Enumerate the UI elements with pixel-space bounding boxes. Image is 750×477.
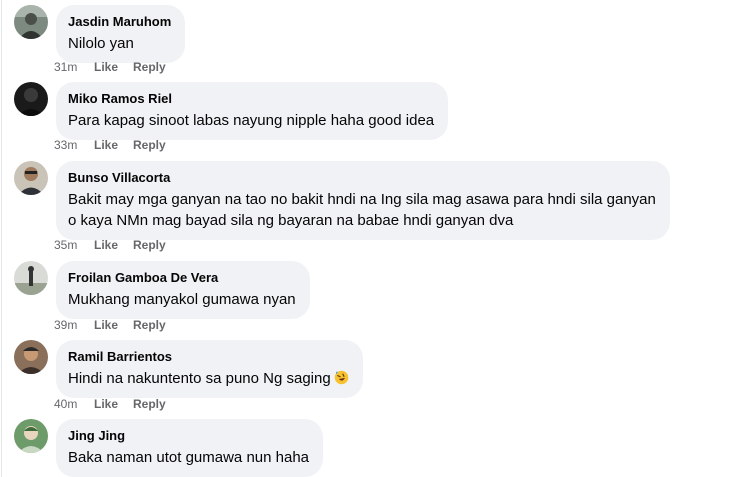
comment-author[interactable]: Jing Jing [68,427,309,444]
like-button[interactable]: Like [94,397,133,411]
comment-text: Hindi na nakuntento sa puno Ng saging [68,368,349,389]
comment-time[interactable]: 33m [54,138,94,152]
rolling-on-floor-laughing-emoji [334,370,348,385]
comment-actions: 39m Like Reply [54,318,166,332]
comment-time[interactable]: 31m [54,60,94,74]
comment-bubble: Bunso Villacorta Bakit may mga ganyan na… [56,161,670,240]
comment-actions: 35m Like Reply [54,238,166,252]
avatar[interactable] [14,5,48,39]
avatar[interactable] [14,419,48,453]
comment-actions: 33m Like Reply [54,138,166,152]
comment-text: Para kapag sinoot labas nayung nipple ha… [68,112,435,129]
comment-bubble: Froilan Gamboa De Vera Mukhang manyakol … [56,261,310,319]
comment-bubble: Miko Ramos Riel Para kapag sinoot labas … [56,82,449,140]
avatar[interactable] [14,340,48,374]
comment-text-content: Hindi na nakuntento sa puno Ng saging [68,370,331,387]
like-button[interactable]: Like [94,60,133,74]
comment-text: Nilolo yan [68,35,134,52]
comment-bubble: Jing Jing Baka naman utot gumawa nun hah… [56,419,324,477]
comment-author[interactable]: Jasdin Maruhom [68,13,171,30]
avatar[interactable] [14,161,48,195]
avatar[interactable] [14,261,48,295]
like-button[interactable]: Like [94,138,133,152]
reply-button[interactable]: Reply [133,397,166,411]
comment-text: Bakit may mga ganyan na tao no bakit hnd… [68,191,656,208]
comment-time[interactable]: 39m [54,318,94,332]
comment-time[interactable]: 40m [54,397,94,411]
reply-button[interactable]: Reply [133,238,166,252]
comment-actions: 31m Like Reply [54,60,166,74]
comment-time[interactable]: 35m [54,238,94,252]
comment-author[interactable]: Ramil Barrientos [68,348,349,365]
comment-actions: 40m Like Reply [54,397,166,411]
comment-author[interactable]: Miko Ramos Riel [68,90,434,107]
comment-text: o kaya NMn mag bayad sila ng bayaran na … [68,212,514,229]
avatar[interactable] [14,82,48,116]
comment-text: Baka naman utot gumawa nun haha [68,449,310,466]
reply-button[interactable]: Reply [133,138,166,152]
like-button[interactable]: Like [94,318,133,332]
reply-button[interactable]: Reply [133,318,166,332]
like-button[interactable]: Like [94,238,133,252]
comment-bubble: Jasdin Maruhom Nilolo yan [56,5,186,63]
comment-bubble: Ramil Barrientos Hindi na nakuntento sa … [56,340,363,398]
comment-author[interactable]: Froilan Gamboa De Vera [68,269,296,286]
comment-author[interactable]: Bunso Villacorta [68,169,656,186]
thread-rule [1,0,2,477]
reply-button[interactable]: Reply [133,60,166,74]
comment-text: Mukhang manyakol gumawa nyan [68,291,296,308]
